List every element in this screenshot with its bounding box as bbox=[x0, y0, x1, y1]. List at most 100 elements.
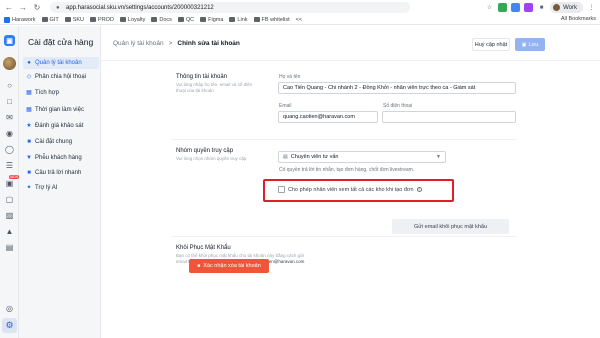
section-divider bbox=[171, 236, 517, 237]
bookmark-loyalty[interactable]: Loyalty bbox=[119, 17, 145, 23]
user-icon: ● bbox=[27, 60, 31, 66]
folder-icon bbox=[177, 17, 184, 22]
breadcrumb-parent[interactable]: Quản lý tài khoản bbox=[113, 40, 164, 47]
browser-toolbar: ← → ↻ ● app.harasocial.sku.vn/settings/a… bbox=[0, 0, 600, 15]
account-info-title: Thông tin tài khoản bbox=[176, 74, 228, 80]
bookmark-link[interactable]: Link bbox=[229, 17, 248, 23]
sidebar-item-conversation-split[interactable]: ◇ Phân chia hội thoại bbox=[23, 71, 99, 83]
delete-account-button[interactable]: ■ Xác nhận xóa tài khoản bbox=[189, 259, 269, 273]
extension-icon-3[interactable] bbox=[524, 3, 534, 12]
site-info-icon[interactable]: ● bbox=[56, 5, 62, 11]
email-field[interactable]: quang.caotien@haravan.com bbox=[278, 111, 378, 123]
save-icon: ▣ bbox=[521, 41, 527, 48]
sidebar-item-label: Đánh giá khảo sát bbox=[35, 123, 84, 129]
sidebar-item-integrations[interactable]: ▦ Tích hợp bbox=[23, 87, 99, 99]
settings-gear-icon[interactable]: ⚙ bbox=[2, 318, 17, 333]
access-group-hint: Có quyền trả lời tin nhắn, tạo đơn hàng,… bbox=[279, 167, 415, 173]
send-recovery-email-button[interactable]: Gửi email khôi phục mật khẩu bbox=[392, 219, 509, 234]
sidebar-item-account-management[interactable]: ● Quản lý tài khoản bbox=[23, 57, 99, 69]
sidebar-item-customer-funnel[interactable]: ▼ Phễu khách hàng bbox=[23, 152, 99, 164]
campaign-icon[interactable]: ▲ bbox=[5, 227, 14, 236]
trash-icon: ■ bbox=[197, 263, 201, 269]
url-text: app.harasocial.sku.vn/settings/accounts/… bbox=[66, 4, 214, 11]
sidebar-item-label: Quản lý tài khoản bbox=[35, 60, 82, 66]
sidebar-item-working-hours[interactable]: ▦ Thời gian làm việc bbox=[23, 104, 99, 116]
gift-icon[interactable]: ▣ bbox=[5, 179, 14, 188]
extension-icon-1[interactable] bbox=[498, 3, 508, 12]
menu-icon[interactable]: ⋮ bbox=[587, 3, 596, 12]
comment-icon[interactable]: □ bbox=[5, 97, 14, 106]
bookmark-docs[interactable]: Docs bbox=[151, 17, 172, 23]
contacts-icon[interactable]: ◉ bbox=[5, 129, 14, 138]
save-label: Lưu bbox=[528, 41, 539, 48]
folder-icon bbox=[64, 17, 71, 22]
cancel-button[interactable]: Huỷ cập nhật bbox=[472, 38, 510, 51]
sidebar-item-label: Phân chia hội thoại bbox=[35, 74, 87, 80]
translate-icon[interactable]: ☆ bbox=[485, 3, 494, 12]
name-label: Họ và tên bbox=[279, 74, 301, 80]
forward-icon[interactable]: → bbox=[18, 3, 28, 13]
sidebar-title: Cài đặt cửa hàng bbox=[28, 37, 94, 47]
section-divider bbox=[171, 139, 517, 140]
phone-field[interactable] bbox=[382, 111, 516, 123]
report-icon[interactable]: ▤ bbox=[5, 243, 14, 252]
role-icon: ▤ bbox=[283, 154, 288, 160]
sparkle-icon: ✦ bbox=[26, 185, 32, 191]
folder-icon bbox=[253, 17, 260, 22]
new-badge: NEW bbox=[9, 175, 20, 179]
folder-icon bbox=[41, 17, 48, 22]
mail-icon[interactable]: ✉ bbox=[5, 113, 14, 122]
phone-label: Số điện thoại bbox=[383, 103, 413, 109]
bookmark-figma[interactable]: Figma bbox=[200, 17, 223, 23]
sidebar-item-label: Phễu khách hàng bbox=[35, 155, 82, 161]
sidebar-item-label: Thời gian làm việc bbox=[35, 107, 84, 113]
sidebar-item-label: Tích hợp bbox=[35, 90, 59, 96]
profile-avatar bbox=[553, 4, 561, 11]
sidebar-item-survey[interactable]: ★ Đánh giá khảo sát bbox=[23, 120, 99, 132]
list-icon[interactable]: ☰ bbox=[5, 161, 14, 170]
store-icon[interactable]: ▨ bbox=[5, 211, 14, 220]
bot-icon[interactable]: ◯ bbox=[5, 145, 14, 154]
all-bookmarks[interactable]: All Bookmarks bbox=[559, 16, 596, 22]
save-button[interactable]: ▣ Lưu bbox=[515, 38, 545, 51]
settings-sidebar: Cài đặt cửa hàng ● Quản lý tài khoản ◇ P… bbox=[19, 26, 101, 338]
help-icon[interactable]: ? bbox=[416, 187, 422, 192]
access-group-select[interactable]: ▤ Chuyên viên tư vấn ▼ bbox=[278, 151, 446, 163]
name-field[interactable]: Cao Tiến Quang - Chi nhánh 2 - Đồng Khởi… bbox=[278, 82, 516, 94]
back-icon[interactable]: ← bbox=[4, 3, 14, 13]
profile-button[interactable]: Work bbox=[550, 2, 583, 13]
folder-icon bbox=[90, 17, 97, 22]
reload-icon[interactable]: ↻ bbox=[32, 3, 42, 13]
extensions-puzzle-icon[interactable]: ■ bbox=[537, 3, 546, 12]
sidebar-item-label: Cài đặt chung bbox=[35, 139, 73, 145]
extension-icon-2[interactable] bbox=[511, 3, 521, 12]
sidebar-item-quick-replies[interactable]: ■ Câu trả lời nhanh bbox=[23, 167, 99, 179]
folder-icon bbox=[200, 17, 207, 22]
page-header: Quản lý tài khoản > Chỉnh sửa tài khoản … bbox=[101, 26, 600, 61]
box-icon[interactable]: ▢ bbox=[5, 195, 14, 204]
sidebar-item-general-settings[interactable]: ■ Cài đặt chung bbox=[23, 136, 99, 148]
briefcase-icon: ■ bbox=[27, 139, 31, 145]
view-all-warehouses-checkbox[interactable] bbox=[278, 186, 285, 193]
sidebar-item-ai-assistant[interactable]: ✦ Trợ lý AI bbox=[23, 182, 99, 194]
page-title: Chỉnh sửa tài khoản bbox=[177, 40, 240, 47]
folder-icon bbox=[151, 17, 158, 22]
bookmarks-bar: Harawork GIT SKU PROD Loyalty Docs QC Fi… bbox=[0, 15, 600, 25]
app-rail: ▣ ○ □ ✉ ◉ ◯ ☰ ▣ NEW ▢ ▨ ▲ ▤ ◎ ⚙ bbox=[0, 26, 20, 338]
app-logo-icon[interactable]: ▣ bbox=[4, 35, 15, 46]
chat-icon[interactable]: ○ bbox=[5, 81, 14, 90]
bookmark-qc[interactable]: QC bbox=[177, 17, 194, 23]
recovery-title: Khôi Phục Mật Khẩu bbox=[176, 245, 231, 251]
bookmark-git[interactable]: GIT bbox=[41, 17, 59, 23]
bookmark-prod[interactable]: PROD bbox=[90, 17, 114, 23]
delete-account-label: Xác nhận xóa tài khoản bbox=[203, 263, 261, 269]
bookmark-fb-whitelist[interactable]: FB whitelist bbox=[253, 17, 290, 23]
bookmark-harawork[interactable]: Harawork bbox=[4, 16, 36, 23]
breadcrumb-separator: > bbox=[168, 40, 173, 47]
address-bar[interactable]: ● app.harasocial.sku.vn/settings/account… bbox=[50, 2, 410, 13]
globe-icon[interactable]: ◎ bbox=[5, 304, 14, 313]
bookmark-sku[interactable]: SKU bbox=[64, 17, 84, 23]
bookmarks-overflow[interactable]: << bbox=[296, 17, 302, 23]
user-avatar[interactable] bbox=[3, 57, 16, 70]
view-all-warehouses-option[interactable]: Cho phép nhân viên xem tất cả các kho kh… bbox=[278, 186, 422, 193]
